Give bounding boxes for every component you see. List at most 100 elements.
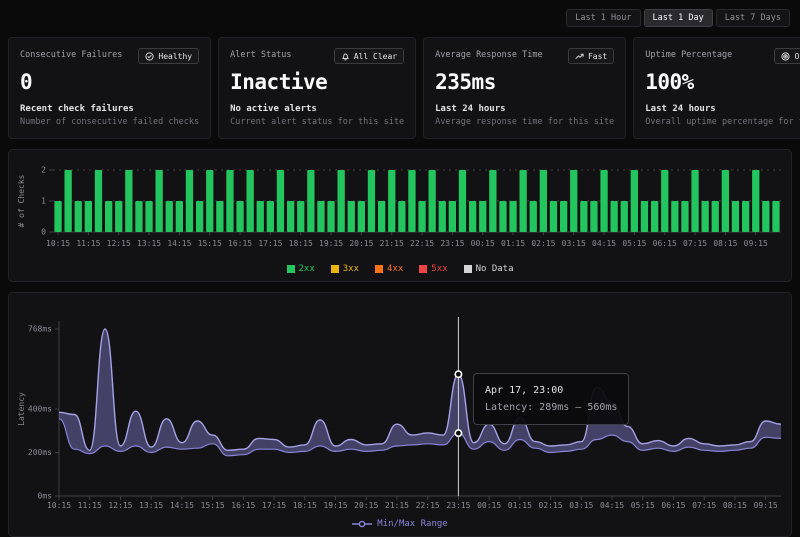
check-bar[interactable] [176,201,183,232]
check-bar[interactable] [75,201,82,232]
stat-subtitle: Last 24 hours [435,104,614,114]
check-bar[interactable] [206,170,213,232]
check-bar[interactable] [125,170,132,232]
check-bar[interactable] [145,201,152,232]
check-bar[interactable] [540,170,547,232]
check-bar[interactable] [439,201,446,232]
check-bar[interactable] [408,170,415,232]
check-bar[interactable] [459,170,466,232]
stat-description: Number of consecutive failed checks [20,117,199,127]
check-bar[interactable] [307,170,314,232]
check-bar[interactable] [348,201,355,232]
bell-icon [341,52,350,61]
check-bar[interactable] [449,201,456,232]
check-bar[interactable] [600,170,607,232]
range-button-last-1-day[interactable]: Last 1 Day [644,9,713,27]
x-tick-label: 17:15 [258,239,282,248]
y-tick-label: 2 [41,166,46,175]
check-bar[interactable] [247,170,254,232]
check-bar[interactable] [550,201,557,232]
check-bar[interactable] [722,170,729,232]
check-bar[interactable] [338,170,345,232]
check-bar[interactable] [702,201,709,232]
check-bar[interactable] [196,201,203,232]
check-bar[interactable] [267,201,274,232]
check-bar[interactable] [226,170,233,232]
x-tick-label: 12:15 [108,501,132,510]
x-tick-label: 10:15 [46,239,70,248]
check-bar[interactable] [398,201,405,232]
check-bar[interactable] [287,201,294,232]
check-bar[interactable] [186,170,193,232]
check-bar[interactable] [509,201,516,232]
check-bar[interactable] [631,170,638,232]
range-button-last-7-days[interactable]: Last 7 Days [716,9,790,27]
checks-chart-legend: 2xx 3xx 4xx 5xx No Data [13,260,787,278]
legend-item-5xx[interactable]: 5xx [419,264,447,274]
stat-value: 100% [645,70,800,94]
x-tick-label: 04:15 [600,501,624,510]
check-bar[interactable] [257,201,264,232]
check-bar[interactable] [327,201,334,232]
check-bar[interactable] [156,170,163,232]
x-tick-label: 13:15 [137,239,161,248]
check-bar[interactable] [115,201,122,232]
check-bar[interactable] [520,170,527,232]
check-bar[interactable] [641,201,648,232]
check-bar[interactable] [236,201,243,232]
x-tick-label: 23:15 [446,501,470,510]
y-tick-label: 768ms [28,325,52,334]
check-bar[interactable] [479,201,486,232]
legend-item-3xx[interactable]: 3xx [331,264,359,274]
check-bar[interactable] [469,201,476,232]
legend-item-2xx[interactable]: 2xx [287,264,315,274]
check-bar[interactable] [378,201,385,232]
check-bar[interactable] [297,201,304,232]
check-bar[interactable] [570,170,577,232]
check-bar[interactable] [762,201,769,232]
check-bar[interactable] [368,170,375,232]
legend-item-no-data[interactable]: No Data [464,264,514,274]
check-bar[interactable] [530,201,537,232]
latency-chart[interactable]: 0ms200ms400ms768ms10:1511:1512:1513:1514… [13,301,787,513]
check-bar[interactable] [732,201,739,232]
check-bar[interactable] [712,201,719,232]
legend-item-4xx[interactable]: 4xx [375,264,403,274]
check-bar[interactable] [135,201,142,232]
legend-label: 5xx [431,264,447,274]
check-bar[interactable] [105,201,112,232]
check-bar[interactable] [489,170,496,232]
check-bar[interactable] [661,170,668,232]
check-bar[interactable] [54,201,61,232]
x-tick-label: 22:15 [416,501,440,510]
check-bar[interactable] [166,201,173,232]
range-button-last-1-hour[interactable]: Last 1 Hour [566,9,640,27]
check-bar[interactable] [499,201,506,232]
check-bar[interactable] [651,201,658,232]
check-bar[interactable] [590,201,597,232]
check-bar[interactable] [742,201,749,232]
check-bar[interactable] [429,170,436,232]
check-bar[interactable] [681,201,688,232]
check-bar[interactable] [691,170,698,232]
y-tick-label: 400ms [28,405,52,414]
check-bar[interactable] [277,170,284,232]
check-bar[interactable] [580,201,587,232]
check-bar[interactable] [358,201,365,232]
check-bar[interactable] [216,201,223,232]
check-bar[interactable] [388,170,395,232]
check-bar[interactable] [85,201,92,232]
check-bar[interactable] [560,201,567,232]
check-bar[interactable] [772,201,779,232]
y-tick-label: 0ms [38,492,53,501]
check-bar[interactable] [611,201,618,232]
check-bar[interactable] [65,170,72,232]
x-tick-label: 02:15 [531,239,555,248]
check-bar[interactable] [621,201,628,232]
check-bar[interactable] [752,170,759,232]
check-bar[interactable] [317,201,324,232]
check-bar[interactable] [418,201,425,232]
check-bar[interactable] [95,170,102,232]
checks-bar-chart[interactable]: 01210:1511:1512:1513:1514:1515:1516:1517… [13,158,787,256]
check-bar[interactable] [671,201,678,232]
